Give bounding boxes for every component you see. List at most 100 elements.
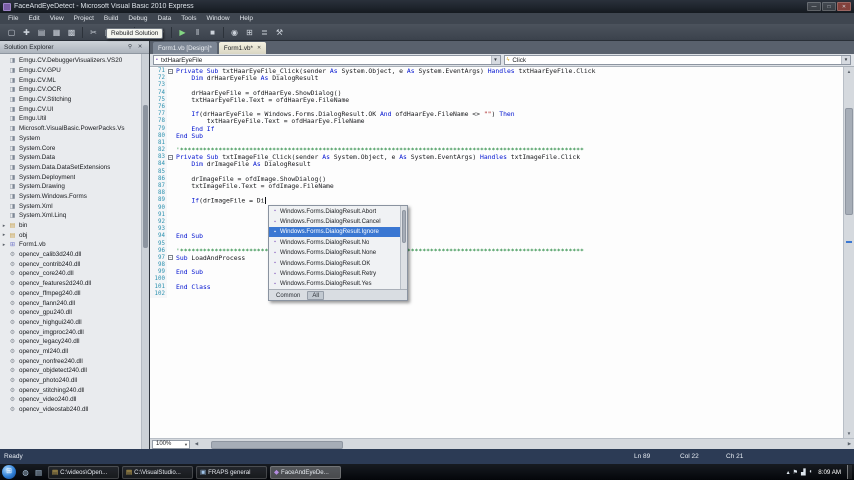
tree-item-opencv-photo240-dll[interactable]: ⚙ opencv_photo240.dll — [0, 376, 141, 386]
menu-tools[interactable]: Tools — [176, 13, 201, 24]
tree-item-opencv-objdetect240-dll[interactable]: ⚙ opencv_objdetect240.dll — [0, 366, 141, 376]
show-desktop-button[interactable] — [847, 465, 852, 479]
code-line[interactable]: 78 txtHaarEyeFile.Text = ofdHaarEye.File… — [150, 118, 843, 126]
menu-project[interactable]: Project — [69, 13, 99, 24]
scroll-down-icon[interactable]: ▼ — [844, 429, 854, 438]
code-line[interactable]: 98 — [150, 262, 843, 270]
menu-build[interactable]: Build — [99, 13, 123, 24]
menu-data[interactable]: Data — [153, 13, 177, 24]
solution-explorer-scrollbar[interactable] — [141, 54, 149, 449]
tree-item-opencv-video240-dll[interactable]: ⚙ opencv_video240.dll — [0, 395, 141, 405]
completion-item-windows-forms-dialogresult-retry[interactable]: ▪ Windows.Forms.DialogResult.Retry — [269, 268, 400, 278]
tree-item-system-windows-forms[interactable]: ◨ System.Windows.Forms — [0, 192, 141, 202]
menu-view[interactable]: View — [45, 13, 69, 24]
tree-item-system-data[interactable]: ◨ System.Data — [0, 153, 141, 163]
code-line[interactable]: 72 Dim drHaarEyeFile As DialogResult — [150, 74, 843, 83]
tree-item-opencv-ml240-dll[interactable]: ⚙ opencv_ml240.dll — [0, 347, 141, 357]
hidden-icons-icon[interactable]: ▴ — [787, 469, 790, 476]
scrollbar-thumb[interactable] — [143, 105, 148, 248]
code-line[interactable]: 102 — [150, 290, 843, 298]
scroll-right-icon[interactable]: ▶ — [845, 441, 854, 447]
tree-item-emgu-cv-debuggervisualizers-vs20[interactable]: ◨ Emgu.CV.DebuggerVisualizers.VS20 — [0, 56, 141, 66]
toolbar-solution-explorer-icon[interactable]: ⊞ — [243, 26, 256, 39]
code-line[interactable]: 75 txtHaarEyeFile.Text = ofdHaarEye.File… — [150, 96, 843, 104]
tree-item-system-xml-linq[interactable]: ◨ System.Xml.Linq — [0, 211, 141, 221]
code-line[interactable]: 97− Sub LoadAndProcess — [150, 254, 843, 263]
tree-item-opencv-legacy240-dll[interactable]: ⚙ opencv_legacy240.dll — [0, 337, 141, 347]
network-icon[interactable]: ▟ — [801, 469, 806, 476]
code-line[interactable]: 101 End Class — [150, 283, 843, 291]
code-line[interactable]: 91 — [150, 211, 843, 219]
expand-arrow-icon[interactable]: ▸ — [0, 242, 8, 248]
collapse-box-icon[interactable]: − — [168, 255, 173, 261]
toolbar-properties-window-icon[interactable]: ≣ — [258, 26, 271, 39]
code-line[interactable]: 90 — [150, 204, 843, 212]
collapse-box-icon[interactable]: − — [168, 68, 173, 74]
taskbar-button-c-visualstudio[interactable]: ▤ C:\VisualStudio... — [122, 465, 193, 479]
completion-item-windows-forms-dialogresult-no[interactable]: ▪ Windows.Forms.DialogResult.No — [269, 237, 400, 247]
completion-item-windows-forms-dialogresult-ok[interactable]: ▪ Windows.Forms.DialogResult.OK — [269, 258, 400, 268]
toolbar-new-project-icon[interactable]: ▢ — [5, 26, 18, 39]
chevron-down-icon[interactable]: ▼ — [841, 56, 850, 64]
toolbar-break-all-icon[interactable]: ‖ — [191, 26, 204, 39]
completion-item-windows-forms-dialogresult-abort[interactable]: ▪ Windows.Forms.DialogResult.Abort — [269, 206, 400, 216]
close-tab-icon[interactable]: ✕ — [257, 45, 261, 51]
event-dropdown[interactable]: ϟ Click ▼ — [503, 55, 851, 65]
code-line[interactable]: 96'*************************************… — [150, 247, 843, 255]
tree-item-emgu-cv-gpu[interactable]: ◨ Emgu.CV.GPU — [0, 66, 141, 76]
tree-item-microsoft-visualbasic-powerpacks-vs[interactable]: ◨ Microsoft.VisualBasic.PowerPacks.Vs — [0, 124, 141, 134]
scroll-up-icon[interactable]: ▲ — [844, 67, 854, 76]
tree-item-system-xml[interactable]: ◨ System.Xml — [0, 201, 141, 211]
code-line[interactable]: 84 Dim drImageFile As DialogResult — [150, 161, 843, 169]
scrollbar-thumb[interactable] — [211, 440, 343, 449]
scrollbar-thumb[interactable] — [402, 210, 406, 244]
tree-item-obj[interactable]: ▸ ▤ obj — [0, 230, 141, 240]
toolbar-add-item-icon[interactable]: ✚ — [20, 26, 33, 39]
expand-arrow-icon[interactable]: ▸ — [0, 223, 8, 229]
pinned-app-icon-1[interactable]: ◍ — [19, 466, 32, 479]
tree-item-opencv-contrib240-dll[interactable]: ⚙ opencv_contrib240.dll — [0, 259, 141, 269]
tree-item-emgu-cv-ml[interactable]: ◨ Emgu.CV.ML — [0, 75, 141, 85]
tree-item-emgu-cv-ui[interactable]: ◨ Emgu.CV.UI — [0, 104, 141, 114]
editor-horizontal-scrollbar[interactable] — [201, 439, 845, 449]
toolbar-find-icon[interactable]: ◉ — [228, 26, 241, 39]
menu-window[interactable]: Window — [201, 13, 234, 24]
menu-help[interactable]: Help — [235, 13, 258, 24]
taskbar-clock[interactable]: 8:09 AM — [815, 469, 844, 476]
editor-vertical-scrollbar[interactable]: ▲ ▼ — [843, 67, 854, 438]
action-center-icon[interactable]: ⚑ — [793, 469, 798, 476]
start-button[interactable]: ⊞ — [2, 465, 16, 479]
tree-item-opencv-calib3d240-dll[interactable]: ⚙ opencv_calib3d240.dll — [0, 250, 141, 260]
toolbar-save-all-icon[interactable]: ▩ — [65, 26, 78, 39]
volume-icon[interactable]: ◖ — [809, 469, 813, 476]
code-line[interactable]: 87 txtImageFile.Text = ofdImage.FileName — [150, 182, 843, 191]
tree-item-opencv-core240-dll[interactable]: ⚙ opencv_core240.dll — [0, 269, 141, 279]
tree-item-emgu-util[interactable]: ◨ Emgu.Util — [0, 114, 141, 124]
code-line[interactable]: 94 End Sub — [150, 233, 843, 241]
tab-form1-vb[interactable]: Form1.vb* ✕ — [218, 42, 267, 54]
completion-item-windows-forms-dialogresult-ignore[interactable]: ▪ Windows.Forms.DialogResult.Ignore — [269, 226, 400, 238]
expand-arrow-icon[interactable]: ▸ — [0, 232, 8, 238]
scroll-left-icon[interactable]: ◀ — [192, 441, 201, 447]
completion-scrollbar[interactable] — [400, 206, 407, 290]
chevron-down-icon[interactable]: ▼ — [490, 56, 500, 64]
completion-item-windows-forms-dialogresult-cancel[interactable]: ▪ Windows.Forms.DialogResult.Cancel — [269, 216, 400, 226]
minimize-button[interactable]: — — [807, 2, 821, 11]
code-line[interactable]: 93 — [150, 226, 843, 234]
code-line[interactable]: 79 End If — [150, 125, 843, 133]
scrollbar-thumb[interactable] — [845, 107, 853, 216]
close-panel-icon[interactable]: ✕ — [135, 43, 145, 52]
tree-item-system-deployment[interactable]: ◨ System.Deployment — [0, 172, 141, 182]
completion-item-windows-forms-dialogresult-yes[interactable]: ▪ Windows.Forms.DialogResult.Yes — [269, 279, 400, 289]
toolbar-save-icon[interactable]: ▦ — [50, 26, 63, 39]
toolbar-start-debug-icon[interactable]: ▶ — [176, 26, 189, 39]
tree-item-system[interactable]: ◨ System — [0, 134, 141, 144]
code-line[interactable]: 89 If(drImageFile = Di — [150, 197, 843, 205]
tree-item-opencv-stitching240-dll[interactable]: ⚙ opencv_stitching240.dll — [0, 385, 141, 395]
tree-item-opencv-nonfree240-dll[interactable]: ⚙ opencv_nonfree240.dll — [0, 356, 141, 366]
tree-item-opencv-flann240-dll[interactable]: ⚙ opencv_flann240.dll — [0, 298, 141, 308]
tree-item-opencv-videostab240-dll[interactable]: ⚙ opencv_videostab240.dll — [0, 405, 141, 415]
code-line[interactable]: 92 — [150, 218, 843, 227]
tree-item-opencv-features2d240-dll[interactable]: ⚙ opencv_features2d240.dll — [0, 279, 141, 289]
pinned-app-icon-2[interactable]: ▤ — [32, 466, 45, 479]
